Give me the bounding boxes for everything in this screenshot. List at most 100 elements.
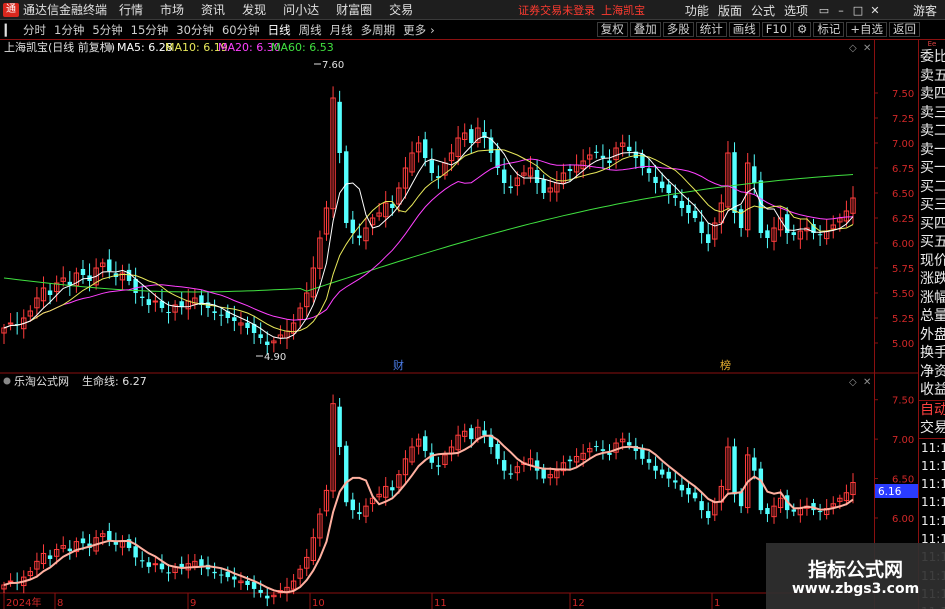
settings-icon[interactable]: ⚙ <box>793 22 812 37</box>
sub-candle <box>212 571 217 574</box>
sub-tick-label: 7.00 <box>892 435 914 446</box>
menu-formula[interactable]: 公式 <box>751 2 775 19</box>
sidebar-item-11[interactable]: 现价 <box>919 252 945 271</box>
collapse-icon[interactable]: ▎ <box>2 24 16 37</box>
svg-text:4.90: 4.90 <box>264 352 286 363</box>
sidebar-item-14[interactable]: 总量 <box>919 307 945 326</box>
kline-chart[interactable]: 上海凯宝(日线 前复权) MA5: 6.28 MA10: 6.19 MA20: … <box>0 40 918 609</box>
sidebar-item-16[interactable]: 换手 <box>919 344 945 363</box>
sidebar-item-2[interactable]: 卖四 <box>919 85 945 104</box>
sidebar-item-10[interactable]: 买五 <box>919 233 945 252</box>
tab-60min[interactable]: 60分钟 <box>218 22 264 38</box>
chevron-right-icon[interactable]: › <box>430 23 435 37</box>
sub-diamond-icon[interactable]: ◇ <box>849 377 857 388</box>
sidebar-item-4[interactable]: 卖二 <box>919 122 945 141</box>
sidebar-item-13[interactable]: 涨幅 <box>919 289 945 308</box>
sidebar-time-2: 11:1 <box>921 477 945 492</box>
main-candle <box>752 166 757 183</box>
menu-news[interactable]: 资讯 <box>201 1 225 18</box>
main-candle <box>265 341 270 345</box>
tab-timeshare[interactable]: 分时 <box>19 22 50 38</box>
guest-login[interactable]: 游客 <box>913 2 937 19</box>
menu-quotes[interactable]: 行情 <box>119 1 143 18</box>
sidebar-item-1[interactable]: 卖五 <box>919 67 945 86</box>
indicator-settings-icon[interactable] <box>105 44 113 51</box>
sidebar-top-label: Ee <box>927 40 937 48</box>
sidebar-item-15[interactable]: 外盘 <box>919 326 945 345</box>
adjust-button[interactable]: 复权 <box>596 22 628 37</box>
menu-function[interactable]: 功能 <box>685 2 709 19</box>
menu-options[interactable]: 选项 <box>784 2 808 19</box>
minimize-icon[interactable]: – <box>834 4 848 17</box>
tab-more[interactable]: 更多 <box>399 22 430 38</box>
main-candle <box>166 311 171 313</box>
watermark: 指标公式网 www.zbgs3.com <box>766 543 945 609</box>
sidebar-item-5[interactable]: 卖一 <box>919 141 945 160</box>
main-candle <box>357 235 362 238</box>
draw-line-button[interactable]: 画线 <box>728 22 760 37</box>
trade-login-notice[interactable]: 证券交易未登录 <box>518 2 595 18</box>
menu-discover[interactable]: 发现 <box>242 1 266 18</box>
add-watchlist-button[interactable]: +自选 <box>846 22 887 37</box>
statistics-button[interactable]: 统计 <box>695 22 727 37</box>
close-icon[interactable]: ✕ <box>868 4 882 17</box>
tab-15min[interactable]: 15分钟 <box>127 22 173 38</box>
sub-candle <box>692 492 698 499</box>
sidebar-item-17[interactable]: 净资 <box>919 363 945 382</box>
back-button[interactable]: 返回 <box>889 22 920 37</box>
sidebar-item-0[interactable]: 委比 <box>919 48 945 67</box>
main-tick-label: 5.50 <box>892 289 914 300</box>
sub-tick-label: 6.00 <box>892 514 914 525</box>
time-axis-label: 11 <box>434 598 447 609</box>
mark-button[interactable]: 标记 <box>813 22 845 37</box>
multi-stock-button[interactable]: 多股 <box>662 22 694 37</box>
sub-indicator-settings-icon[interactable] <box>3 377 11 385</box>
main-candle <box>594 151 599 153</box>
tab-monthly[interactable]: 月线 <box>326 22 357 38</box>
main-candle <box>218 314 224 316</box>
time-axis-label: 1 <box>714 598 720 609</box>
menu-ask[interactable]: 问小达 <box>283 1 319 18</box>
menu-layout[interactable]: 版面 <box>718 2 742 19</box>
sub-candle <box>80 538 86 544</box>
time-axis-label: 9 <box>190 598 196 609</box>
window-menu-icon[interactable]: ▭ <box>817 4 831 17</box>
sidebar-item-12[interactable]: 涨跌 <box>919 270 945 289</box>
tab-multi-period[interactable]: 多周期 <box>357 22 400 38</box>
sidebar-item-18[interactable]: 收益 <box>919 381 945 400</box>
diamond-icon[interactable]: ◇ <box>849 43 857 54</box>
main-candle <box>501 169 507 183</box>
main-candle <box>508 186 513 188</box>
sidebar-item-8[interactable]: 买三 <box>919 196 945 215</box>
menu-wealth[interactable]: 财富圈 <box>336 1 372 18</box>
svg-text:7.60: 7.60 <box>322 60 344 71</box>
sub-panel-close-icon[interactable]: ✕ <box>863 377 871 388</box>
sidebar-item-9[interactable]: 买四 <box>919 215 945 234</box>
menu-market[interactable]: 市场 <box>160 1 184 18</box>
tab-1min[interactable]: 1分钟 <box>50 22 88 38</box>
tab-daily[interactable]: 日线 <box>264 22 295 38</box>
sidebar-trade-item-1[interactable]: 交易 <box>919 419 945 438</box>
maximize-icon[interactable]: □ <box>851 4 865 17</box>
main-candle <box>600 155 606 158</box>
panel-close-icon[interactable]: ✕ <box>863 43 871 54</box>
sub-candle <box>607 452 612 455</box>
ranking-event-label[interactable]: 榜 <box>720 358 731 372</box>
tab-weekly[interactable]: 周线 <box>295 22 326 38</box>
sidebar-time-1: 11:1 <box>921 458 945 473</box>
sub-price-ticks: 7.50 7.00 6.50 6.00 <box>874 396 914 525</box>
sub-candle <box>653 465 658 471</box>
overlay-button[interactable]: 叠加 <box>629 22 661 37</box>
menu-trade[interactable]: 交易 <box>389 1 413 18</box>
sidebar-item-3[interactable]: 卖三 <box>919 104 945 123</box>
sidebar-trade-item-0[interactable]: 自动 <box>919 401 945 420</box>
tab-5min[interactable]: 5分钟 <box>88 22 126 38</box>
finance-event-label[interactable]: 财 <box>393 358 404 372</box>
tab-30min[interactable]: 30分钟 <box>172 22 218 38</box>
app-logo-icon: 通 <box>3 2 19 17</box>
f10-button[interactable]: F10 <box>761 22 792 37</box>
sidebar-item-6[interactable]: 买一 <box>919 159 945 178</box>
main-candle <box>179 301 184 307</box>
sidebar-item-7[interactable]: 买二 <box>919 178 945 197</box>
sub-candle <box>47 555 53 559</box>
